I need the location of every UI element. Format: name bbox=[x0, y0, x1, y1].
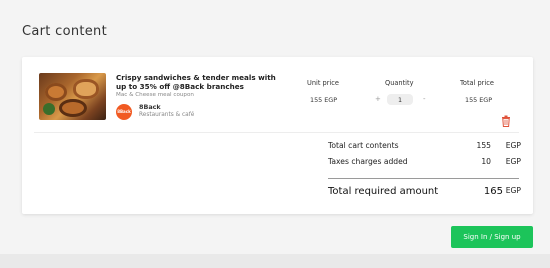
total-divider bbox=[328, 178, 519, 179]
quantity-header: Quantity bbox=[385, 79, 414, 87]
taxes-currency: EGP bbox=[505, 157, 521, 166]
vendor-logo: 8Back bbox=[116, 104, 132, 120]
total-contents-currency: EGP bbox=[505, 141, 521, 150]
unit-price-value: 155 EGP bbox=[310, 96, 338, 104]
item-divider bbox=[34, 132, 519, 133]
total-contents-value: 155 bbox=[476, 141, 492, 150]
total-required-value: 165 bbox=[483, 186, 503, 197]
taxes-value: 10 bbox=[481, 157, 491, 166]
page-title: Cart content bbox=[22, 24, 107, 39]
item-title[interactable]: Crispy sandwiches & tender meals with up… bbox=[116, 73, 276, 91]
vendor-name[interactable]: 8Back bbox=[139, 103, 161, 111]
item-image bbox=[39, 73, 106, 120]
total-price-header: Total price bbox=[460, 79, 494, 87]
footer-band bbox=[0, 254, 550, 268]
quantity-increase-button[interactable]: + bbox=[375, 95, 381, 103]
total-price-value: 155 EGP bbox=[465, 96, 493, 104]
signin-button[interactable]: Sign In / Sign up bbox=[451, 226, 533, 248]
total-required-currency: EGP bbox=[505, 186, 521, 195]
total-contents-label: Total cart contents bbox=[328, 141, 399, 150]
vendor-type: Restaurants & café bbox=[139, 112, 195, 118]
unit-price-header: Unit price bbox=[307, 79, 339, 87]
taxes-label: Taxes charges added bbox=[328, 157, 408, 166]
quantity-decrease-button[interactable]: - bbox=[423, 95, 426, 103]
quantity-input[interactable] bbox=[387, 94, 413, 105]
item-coupon-text: Mac & Cheese meal coupon bbox=[116, 92, 194, 98]
trash-icon[interactable] bbox=[501, 115, 511, 127]
total-required-label: Total required amount bbox=[328, 186, 439, 197]
cart-card: Crispy sandwiches & tender meals with up… bbox=[22, 57, 533, 214]
